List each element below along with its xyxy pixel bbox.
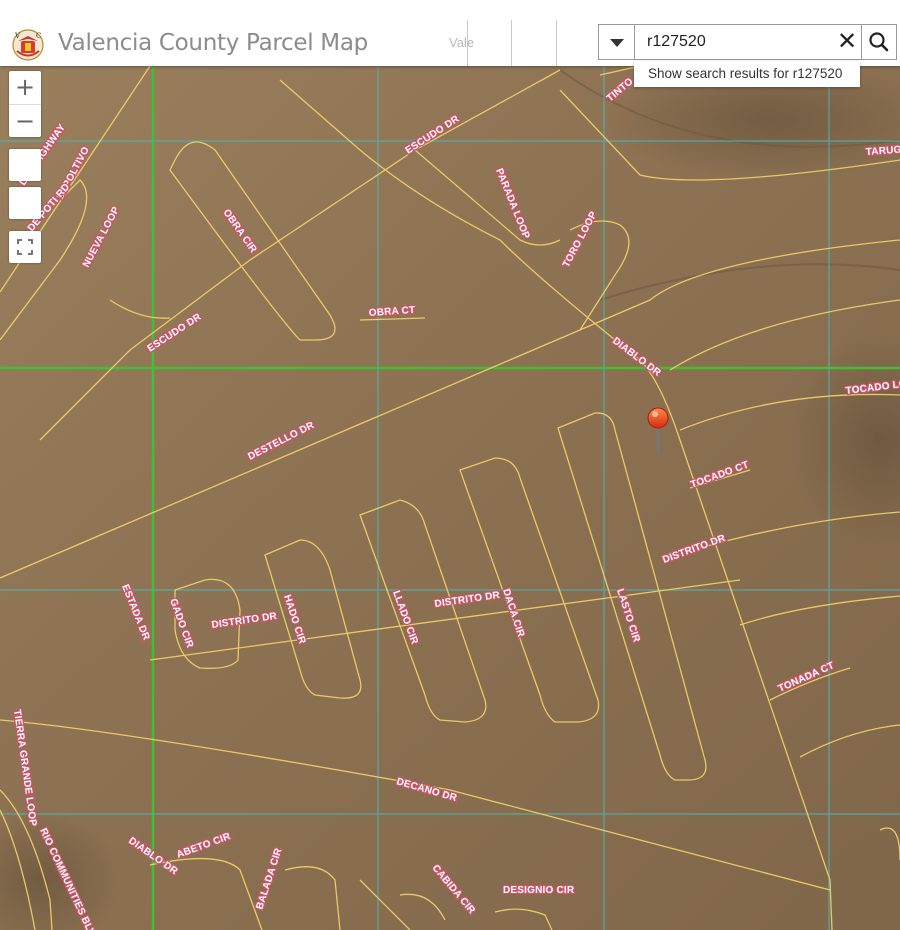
header-divider [556, 20, 557, 66]
map-view[interactable]: TINTO ESCUDO DR TARUG PARADA LOOP TORO L… [0, 66, 900, 930]
search-input[interactable] [634, 24, 862, 60]
fullscreen-icon [17, 239, 33, 255]
svg-text:V: V [14, 32, 21, 40]
clear-search-button[interactable]: ✕ [834, 29, 860, 55]
svg-text:C: C [36, 32, 41, 40]
search-suggestion[interactable]: Show search results for r127520 [634, 61, 860, 87]
tab-faded-label[interactable]: Vale [449, 35, 474, 50]
street-label: DESIGNIO CIR [503, 885, 575, 896]
fullscreen-button[interactable] [9, 231, 41, 263]
search-button[interactable] [861, 24, 897, 60]
zoom-out-button[interactable]: − [9, 104, 41, 137]
locate-button[interactable] [9, 187, 41, 219]
search-source-dropdown[interactable] [598, 24, 634, 60]
app-header: V C Valencia County Parcel Map Vale ✕ [0, 0, 900, 66]
home-button[interactable] [9, 149, 41, 181]
header-divider [511, 20, 512, 66]
search-icon [869, 32, 889, 52]
street-label: TARUG [865, 145, 900, 158]
caret-down-icon [610, 39, 624, 47]
county-seal-logo: V C [12, 29, 44, 61]
zoom-control: + − [9, 71, 41, 137]
app-title: Valencia County Parcel Map [58, 30, 368, 56]
zoom-in-button[interactable]: + [9, 71, 41, 103]
aerial-basemap[interactable]: TINTO ESCUDO DR TARUG PARADA LOOP TORO L… [0, 66, 900, 930]
